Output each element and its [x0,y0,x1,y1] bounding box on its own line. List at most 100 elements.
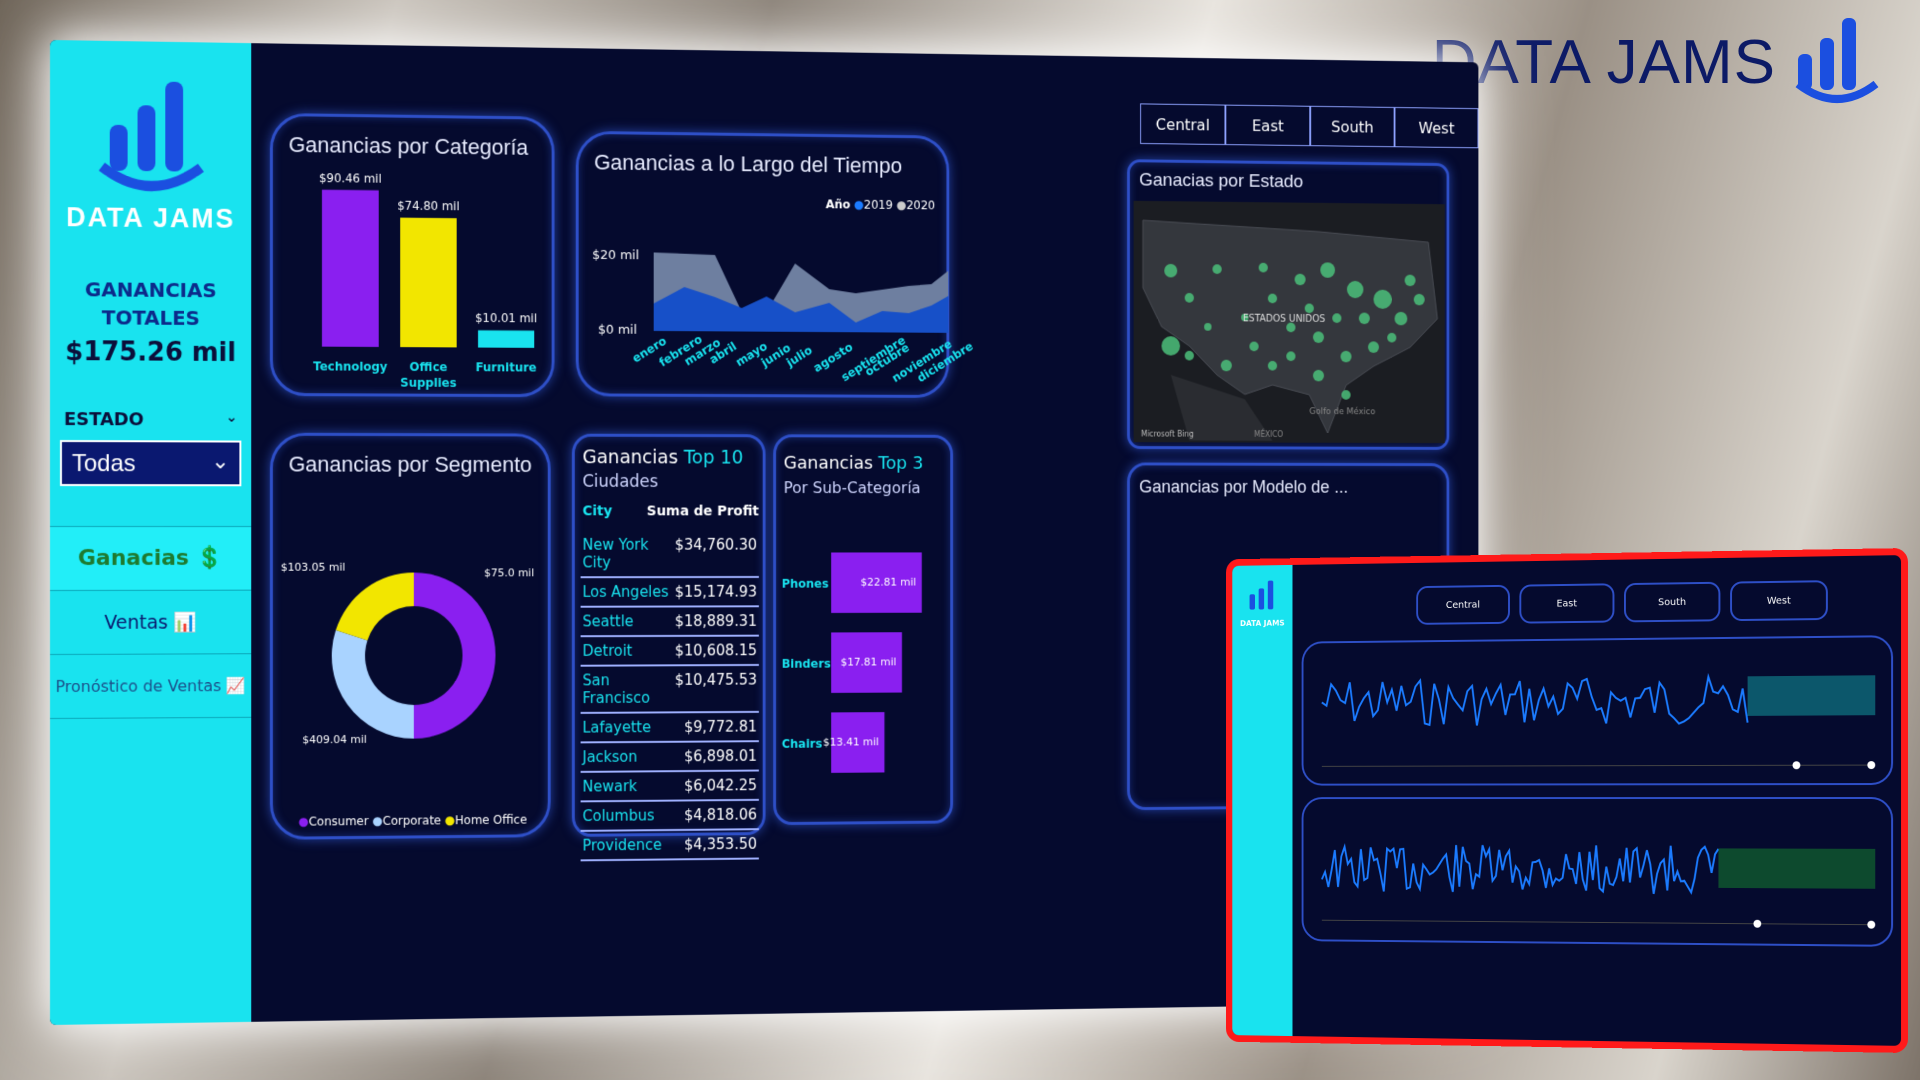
state-filter-label: ESTADO ⌄ [50,409,251,431]
forecast-line-1 [1303,637,1895,787]
table-row[interactable]: Lafayette $9,772.81 [581,713,759,744]
category-bar[interactable] [400,218,456,348]
table-row[interactable]: San Francisco $10,475.53 [581,666,759,714]
table-row[interactable]: Seattle $18,889.31 [581,607,759,637]
map-bubble [1268,294,1277,304]
map-bubble [1185,351,1194,361]
cities-title-b: Top 10 [684,447,744,469]
mexico-label: MÉXICO [1254,428,1283,439]
cities-title-a: Ganancias [583,446,684,468]
subcat-card: Ganancias Top 3 Por Sub-Categoría Phones… [773,434,953,825]
map-bubble [1347,281,1363,298]
map-bubble [1341,390,1350,400]
map-bubble [1414,294,1425,306]
bar-chart-logo-icon [1244,579,1280,618]
cities-card: Ganancias Top 10 Ciudades City Suma de P… [572,434,766,837]
table-row[interactable]: Detroit $10,608.15 [581,637,759,667]
map-bubble [1212,264,1221,274]
map-bubble [1387,333,1396,343]
map-bubble [1359,313,1370,325]
kpi-value: $175.26 mil [50,337,251,368]
inset-sidebar: DATA JAMS [1232,565,1292,1036]
category-axis-label: Technology [313,359,387,373]
tab-central[interactable]: Central [1140,103,1225,145]
region-tabs: Central East South West [1140,103,1478,148]
segment-label-right: $75.0 mil [484,566,534,579]
category-value-label: $10.01 mil [475,311,537,325]
tab-east[interactable]: East [1225,105,1310,147]
table-row[interactable]: New York City $34,760.30 [581,531,759,578]
donut-slice[interactable] [414,572,496,738]
cities-subtitle: Ciudades [583,472,659,492]
inset-forecast-panel-1 [1302,635,1893,785]
profit-cell: $6,042.25 [684,776,757,794]
subcat-value-label: $22.81 mil [861,576,917,589]
inset-tab-east[interactable]: East [1519,583,1614,623]
segment-legend: ●Consumer ●Corporate ●Home Office [298,813,527,829]
profit-cell: $10,608.15 [675,641,757,659]
inset-tab-south[interactable]: South [1624,582,1720,623]
map-bubble [1286,351,1295,361]
nav-pronostico[interactable]: Pronóstico de Ventas 📈 [50,654,251,719]
map-bubble [1268,361,1277,371]
bar-chart-logo-icon [91,75,210,196]
map-bubble [1313,370,1324,382]
subcat-axis-label: Binders [782,657,831,671]
table-row[interactable]: Newark $6,042.25 [581,771,759,802]
profit-cell: $34,760.30 [675,536,757,571]
inset-tab-west[interactable]: West [1730,580,1828,621]
subcat-bar-chart: Phones $22.81 mil Binders $17.81 mil Chairs $… [776,437,956,828]
tab-west[interactable]: West [1395,107,1479,148]
sidebar: DATA JAMS GANANCIAS TOTALES $175.26 mil … [50,40,251,1025]
table-row[interactable]: Jackson $6,898.01 [581,742,759,773]
tab-south[interactable]: South [1310,106,1394,147]
map-bubble [1313,331,1324,343]
cities-table-header: City Suma de Profit [583,503,759,519]
map-bubble [1341,351,1352,363]
subcat-value-label: $17.81 mil [841,656,897,669]
map-credit: Microsoft Bing [1141,430,1194,439]
category-bar[interactable] [478,330,534,348]
bar-chart-logo-icon [1794,14,1880,110]
map-bubble [1305,304,1314,314]
donut-slice[interactable] [336,573,414,641]
nav-ventas[interactable]: Ventas 📊 [50,591,251,655]
brand-name: DATA JAMS [1432,27,1776,98]
cities-title: Ganancias Top 10 [583,446,744,468]
profit-cell: $9,772.81 [684,718,757,736]
city-cell: Seattle [583,612,634,630]
city-cell: Columbus [583,807,655,825]
city-cell: Providence [583,836,662,854]
inset-tab-central[interactable]: Central [1416,585,1510,625]
category-value-label: $74.80 mil [397,199,459,214]
donut-slice[interactable] [332,630,414,739]
gulf-label: Golfo de México [1309,406,1375,417]
table-row[interactable]: Los Angeles $15,174.93 [581,578,759,608]
map-bubble [1204,323,1211,331]
table-row[interactable]: Providence $4,353.50 [581,830,759,861]
donut-chart [273,436,554,843]
legend-corporate: Corporate [383,813,441,827]
nav-ganancias[interactable]: Ganacias 💲 [50,527,251,591]
city-cell: San Francisco [583,671,675,707]
map-bubble [1332,313,1341,323]
subcat-value-label: $13.41 mil [823,735,879,748]
forecast-line-2 [1303,799,1895,949]
inset-brand: DATA JAMS [1232,619,1292,628]
chevron-down-icon[interactable]: ⌄ [226,410,238,426]
city-cell: New York City [583,536,660,571]
map-bubble [1405,275,1416,287]
col-profit[interactable]: Suma de Profit [647,504,759,520]
state-select[interactable]: Todas ⌄ [60,440,241,486]
category-value-label: $90.46 mil [319,171,382,186]
col-city[interactable]: City [583,503,613,519]
city-cell: Lafayette [583,718,651,736]
map-bubble [1164,264,1177,278]
category-axis-label: Furniture [476,360,537,374]
segment-card: Ganancias por Segmento $103.05 mil $75.0… [270,433,551,840]
city-cell: Newark [583,777,638,795]
us-map[interactable]: ESTADOS UNIDOS Golfo de México MÉXICO Mi… [1134,201,1445,443]
country-label: ESTADOS UNIDOS [1243,314,1325,325]
table-row[interactable]: Columbus $4,818.06 [581,801,759,832]
category-bar[interactable] [322,190,379,347]
